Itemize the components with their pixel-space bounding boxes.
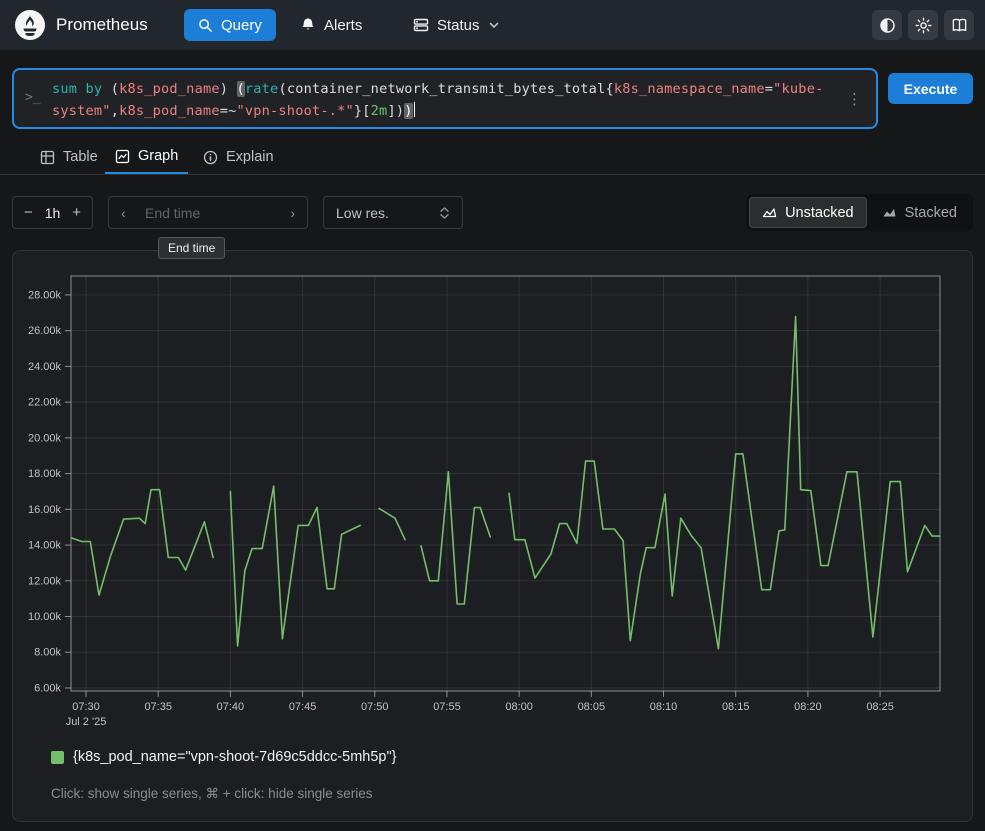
end-time-tooltip: End time [158, 237, 225, 259]
theme-toggle-button[interactable] [872, 10, 902, 40]
svg-text:10.00k: 10.00k [28, 611, 62, 623]
nav-query-button[interactable]: Query [184, 9, 276, 41]
area-outline-icon [762, 206, 777, 219]
execute-button[interactable]: Execute [888, 73, 973, 104]
nav-status-label: Status [437, 17, 480, 34]
query-line-1: sum by (k8s_pod_name) (rate(container_ne… [52, 78, 842, 100]
nav-alerts-label: Alerts [324, 17, 362, 34]
query-input[interactable]: >_ sum by (k8s_pod_name) (rate(container… [12, 68, 878, 129]
series-label: {k8s_pod_name="vpn-shoot-7d69c5ddcc-5mh5… [73, 749, 396, 765]
terminal-prompt-icon: >_ [25, 90, 41, 105]
svg-text:24.00k: 24.00k [28, 361, 62, 373]
nav-status-menu[interactable]: Status [413, 9, 500, 41]
area-filled-icon [882, 206, 897, 219]
graph-controls: − 1h + ‹ End time › Low res. [0, 196, 985, 229]
range-increase-button[interactable]: + [72, 205, 81, 220]
svg-text:08:15: 08:15 [722, 701, 750, 713]
time-forward-icon[interactable]: › [290, 206, 295, 220]
svg-text:07:50: 07:50 [361, 701, 389, 713]
series-swatch [51, 751, 64, 764]
stacked-label: Stacked [905, 205, 957, 221]
brand-name: Prometheus [56, 15, 148, 35]
svg-text:08:25: 08:25 [866, 701, 894, 713]
svg-text:07:45: 07:45 [289, 701, 317, 713]
timeseries-chart[interactable]: 28.00k 26.00k 24.00k 22.00k 20.00k 18.00k 16.0… [13, 251, 972, 736]
svg-text:26.00k: 26.00k [28, 325, 62, 337]
svg-text:22.00k: 22.00k [28, 397, 62, 409]
legend-item[interactable]: {k8s_pod_name="vpn-shoot-7d69c5ddcc-5mh5… [51, 749, 396, 765]
tab-explain-label: Explain [226, 149, 274, 165]
query-expression[interactable]: sum by (k8s_pod_name) (rate(container_ne… [52, 78, 842, 122]
svg-text:14.00k: 14.00k [28, 540, 62, 552]
stacking-toggle: Unstacked Stacked [746, 194, 973, 231]
legend-hint: Click: show single series, ⌘ + click: hi… [51, 786, 373, 802]
navbar: Prometheus Query Alerts [0, 0, 985, 50]
svg-text:08:05: 08:05 [578, 701, 606, 713]
nav-query-label: Query [221, 17, 262, 34]
svg-text:12.00k: 12.00k [28, 575, 62, 587]
svg-text:20.00k: 20.00k [28, 432, 62, 444]
svg-text:07:40: 07:40 [217, 701, 245, 713]
search-icon [198, 18, 213, 33]
docs-button[interactable] [944, 10, 974, 40]
tab-explain[interactable]: Explain [193, 140, 284, 174]
tab-table-label: Table [63, 149, 98, 165]
stacked-option[interactable]: Stacked [869, 197, 970, 228]
svg-text:07:55: 07:55 [433, 701, 461, 713]
svg-text:07:30: 07:30 [72, 701, 100, 713]
range-stepper: − 1h + [12, 196, 93, 229]
query-line-2: system",k8s_pod_name=~"vpn-shoot-.*"}[2m… [52, 100, 842, 122]
chevron-down-icon [488, 19, 500, 31]
info-icon [203, 150, 218, 165]
unstacked-option[interactable]: Unstacked [749, 197, 867, 228]
time-back-icon[interactable]: ‹ [121, 206, 126, 220]
prometheus-app: Prometheus Query Alerts [0, 0, 985, 831]
svg-text:Jul 2 '25: Jul 2 '25 [66, 716, 107, 728]
tab-graph-label: Graph [138, 148, 178, 164]
end-time-placeholder: End time [145, 205, 200, 221]
resolution-select[interactable]: Low res. [323, 196, 463, 229]
book-icon [951, 17, 968, 34]
settings-button[interactable] [908, 10, 938, 40]
svg-text:08:20: 08:20 [794, 701, 822, 713]
tab-table[interactable]: Table [30, 140, 108, 174]
text-cursor [414, 102, 416, 117]
result-tabs: Table Graph Explain [0, 140, 985, 175]
bell-icon [300, 17, 316, 33]
select-chevrons-icon [439, 206, 450, 220]
nav-alerts-button[interactable]: Alerts [300, 9, 362, 41]
gear-icon [915, 17, 932, 34]
tab-graph[interactable]: Graph [105, 140, 188, 174]
brand[interactable]: Prometheus [0, 9, 148, 41]
table-icon [40, 150, 55, 165]
svg-text:07:35: 07:35 [144, 701, 172, 713]
unstacked-label: Unstacked [785, 205, 854, 221]
svg-text:18.00k: 18.00k [28, 468, 62, 480]
svg-text:16.00k: 16.00k [28, 504, 62, 516]
svg-text:8.00k: 8.00k [34, 647, 61, 659]
range-decrease-button[interactable]: − [24, 205, 33, 220]
graph-panel: 28.00k 26.00k 24.00k 22.00k 20.00k 18.00k 16.0… [12, 250, 973, 822]
resolution-value: Low res. [336, 205, 389, 221]
server-stack-icon [413, 17, 429, 33]
svg-text:6.00k: 6.00k [34, 682, 61, 694]
prometheus-logo-icon [14, 9, 46, 41]
svg-text:08:00: 08:00 [505, 701, 533, 713]
contrast-icon [879, 17, 896, 34]
graph-icon [115, 149, 130, 164]
end-time-picker[interactable]: ‹ End time › [108, 196, 308, 229]
svg-text:28.00k: 28.00k [28, 289, 62, 301]
range-value[interactable]: 1h [45, 205, 61, 221]
query-menu-kebab-icon[interactable]: ⋮ [843, 86, 866, 112]
svg-text:08:10: 08:10 [650, 701, 678, 713]
